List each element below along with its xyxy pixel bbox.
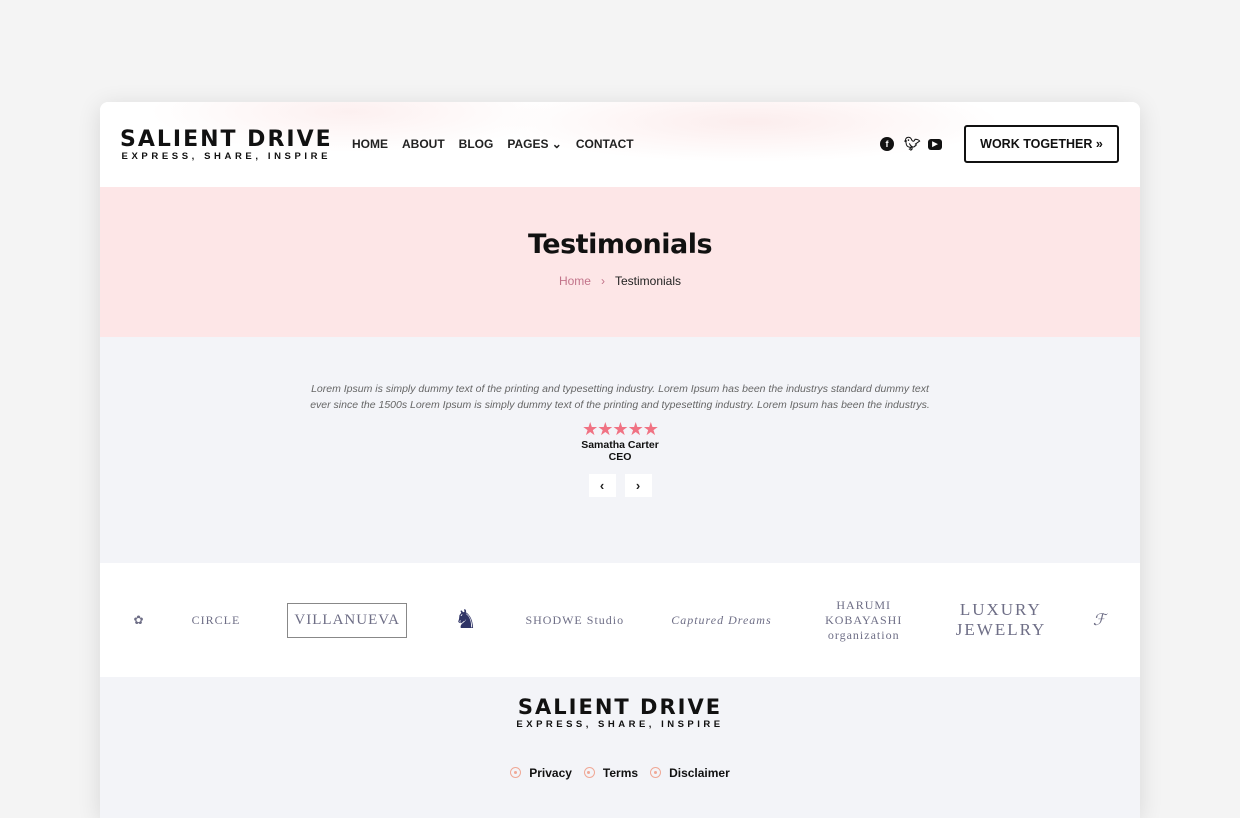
breadcrumb-home[interactable]: Home <box>559 274 591 288</box>
footer-brand[interactable]: SALIENT DRIVE <box>100 695 1140 719</box>
footer-link-terms[interactable]: Terms <box>583 766 639 780</box>
brand-tagline: EXPRESS, SHARE, INSPIRE <box>121 151 332 162</box>
youtube-icon[interactable]: ▶ <box>928 139 942 150</box>
work-together-button[interactable]: WORK TOGETHER » <box>964 125 1119 163</box>
testimonial-quote: Lorem Ipsum is simply dummy text of the … <box>310 383 930 411</box>
facebook-icon[interactable]: f <box>880 137 894 151</box>
footer-link-privacy[interactable]: Privacy <box>510 766 572 780</box>
logo-harumi: HARUMI KOBAYASHI organization <box>825 597 903 642</box>
logo-shodwe: SHODWE Studio <box>525 612 625 627</box>
link-label: Disclaimer <box>669 766 730 780</box>
page-hero: Testimonials Home › Testimonials <box>100 187 1140 337</box>
twitter-icon[interactable]: 🐦︎ <box>904 137 921 151</box>
footer-link-disclaimer[interactable]: Disclaimer <box>650 766 730 780</box>
page-title: Testimonials <box>527 229 713 260</box>
prev-button[interactable]: ‹ <box>588 474 616 498</box>
main-nav: HOME ABOUT BLOG PAGES ⌄ CONTACT <box>352 137 634 151</box>
logo-partial: ✿ <box>133 612 145 627</box>
client-logos: ✿ CIRCLE VILLANUEVA ♞ SHODWE Studio Capt… <box>100 563 1140 677</box>
logo-emblem: ♞ <box>454 605 479 634</box>
logo-luxury: LUXURY JEWELRY <box>955 600 1047 639</box>
site-logo[interactable]: SALIENT DRIVE EXPRESS, SHARE, INSPIRE <box>120 127 333 162</box>
site-header: SALIENT DRIVE EXPRESS, SHARE, INSPIRE HO… <box>100 102 1140 187</box>
link-label: Privacy <box>529 766 572 780</box>
breadcrumb-current: Testimonials <box>614 274 682 288</box>
nav-contact[interactable]: CONTACT <box>576 137 634 151</box>
nav-about[interactable]: ABOUT <box>402 137 445 151</box>
logo-captured-dreams: Captured Dreams <box>671 612 772 627</box>
star-rating: ★★★★★ <box>582 419 659 440</box>
brand-name: SALIENT DRIVE <box>120 127 333 152</box>
bullet-icon <box>650 767 662 778</box>
breadcrumb: Home › Testimonials <box>100 274 1140 288</box>
next-button[interactable]: › <box>624 474 652 498</box>
logo-circle: CIRCLE <box>191 612 241 627</box>
site-footer: SALIENT DRIVE EXPRESS, SHARE, INSPIRE Pr… <box>100 677 1140 818</box>
bullet-icon <box>510 767 522 778</box>
logo-villanueva: VILLANUEVA <box>287 602 407 638</box>
nav-home[interactable]: HOME <box>352 137 388 151</box>
testimonial-author: Samatha Carter <box>581 439 659 452</box>
browser-page: SALIENT DRIVE EXPRESS, SHARE, INSPIRE HO… <box>100 102 1140 818</box>
chevron-right-icon: › <box>600 274 605 288</box>
link-label: Terms <box>602 766 639 780</box>
nav-pages[interactable]: PAGES ⌄ <box>507 137 562 151</box>
logo-partial-right: ℱ <box>1092 612 1107 629</box>
testimonial-role: CEO <box>608 451 632 464</box>
footer-tagline: EXPRESS, SHARE, INSPIRE <box>516 719 724 730</box>
nav-blog[interactable]: BLOG <box>459 137 494 151</box>
social-links: f 🐦︎ ▶ <box>880 137 942 151</box>
testimonial-slider: Lorem Ipsum is simply dummy text of the … <box>100 337 1140 563</box>
bullet-icon <box>583 767 595 778</box>
